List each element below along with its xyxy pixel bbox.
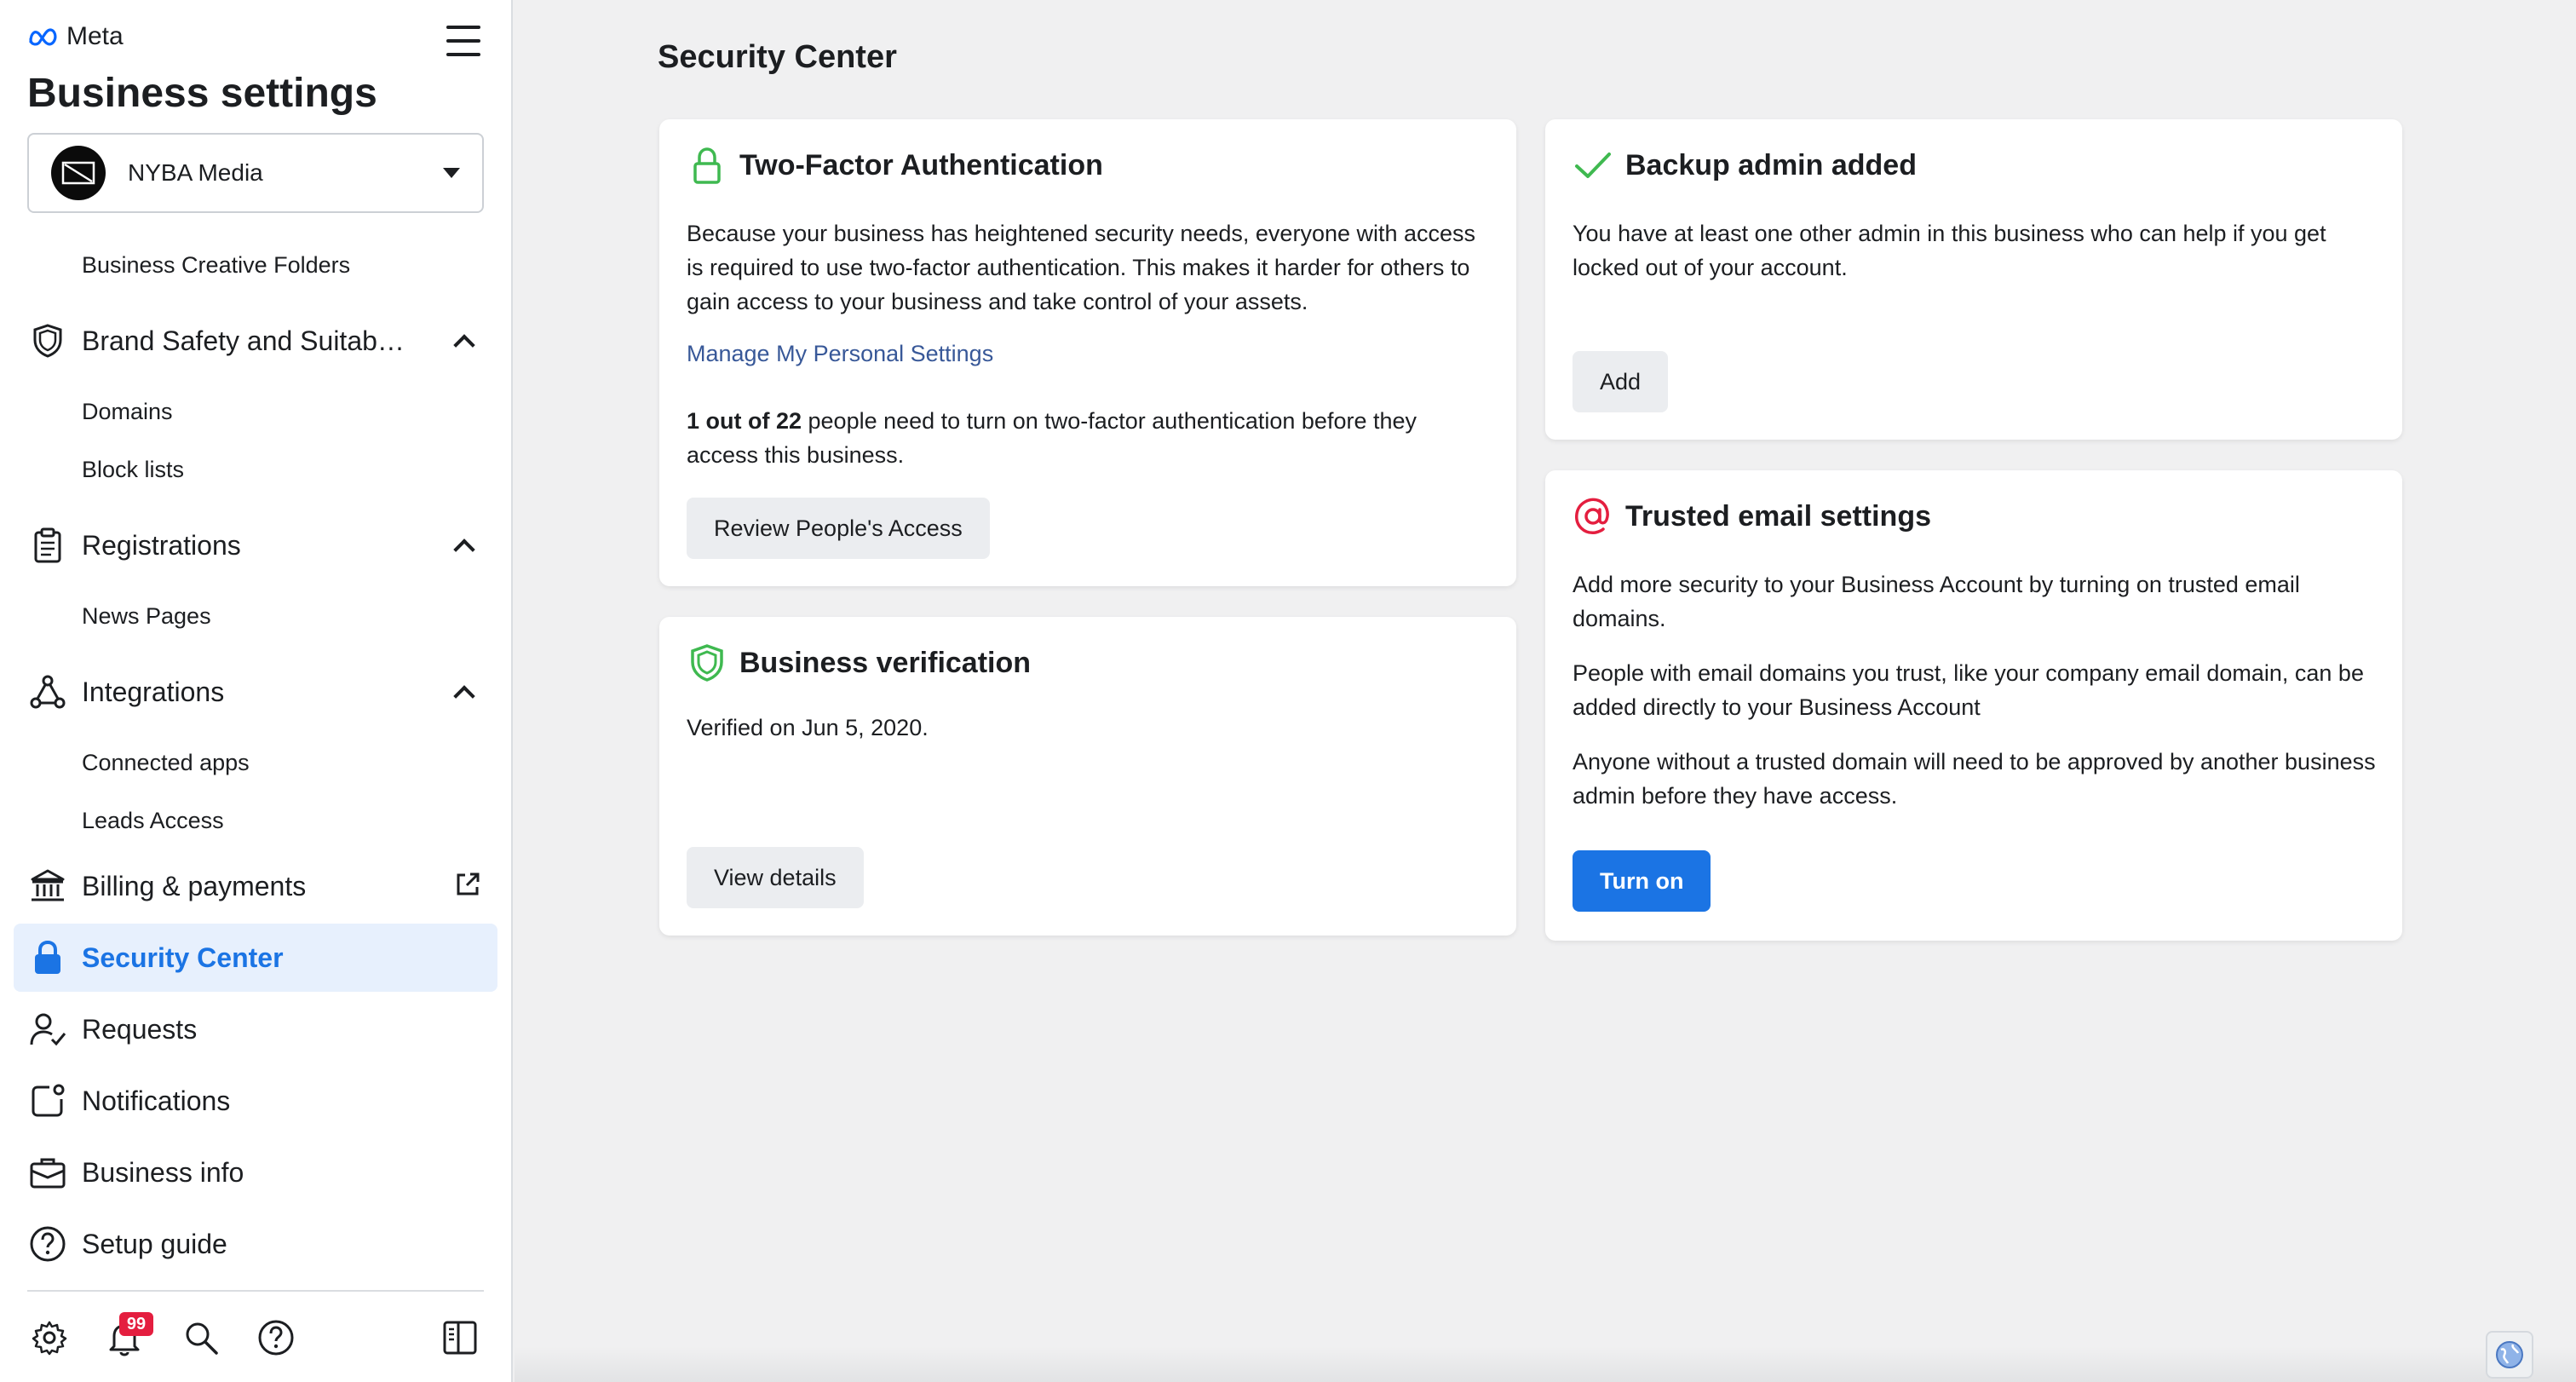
clipboard-icon <box>27 525 68 566</box>
add-admin-button[interactable]: Add <box>1573 351 1669 412</box>
checkmark-icon <box>1575 153 1611 178</box>
sidebar-item-label: Security Center <box>82 941 284 973</box>
card-paragraph: Add more security to your Business Accou… <box>1573 572 2300 631</box>
account-selector[interactable]: NYBA Media <box>27 133 484 213</box>
verification-card: Business verification Verified on Jun 5,… <box>659 617 1516 936</box>
globe-icon[interactable] <box>2486 1331 2533 1379</box>
verified-date: Verified on Jun 5, 2020. <box>687 715 929 740</box>
hamburger-icon[interactable] <box>446 26 480 56</box>
sidebar-item-billing[interactable]: Billing & payments <box>27 859 487 913</box>
sidebar-item-label: Business info <box>82 1156 244 1188</box>
meta-brand[interactable]: Meta <box>27 22 124 51</box>
card-title: Trusted email settings <box>1625 499 1931 533</box>
search-icon[interactable] <box>182 1319 220 1356</box>
account-name: NYBA Media <box>128 159 263 186</box>
gear-icon[interactable] <box>31 1319 68 1356</box>
sidebar-item-block-lists[interactable]: Block lists <box>82 457 184 483</box>
shield-icon <box>27 320 68 361</box>
app-title: Business settings <box>27 71 377 116</box>
backup-admin-card: Backup admin added You have at least one… <box>1545 119 2402 440</box>
integrations-icon <box>27 671 68 712</box>
chevron-up-icon[interactable] <box>453 685 475 707</box>
person-check-icon <box>27 1009 68 1050</box>
sidebar-item-requests[interactable]: Requests <box>27 1002 487 1057</box>
sidebar-item-label: Registrations <box>82 529 241 561</box>
sidebar-item-brand-safety[interactable]: Brand Safety and Suitabi... <box>27 314 487 368</box>
bank-icon <box>27 866 68 907</box>
sidebar-item-label: Notifications <box>82 1085 231 1116</box>
card-title: Backup admin added <box>1625 148 1917 181</box>
review-access-button[interactable]: Review People's Access <box>687 498 990 559</box>
sidebar-item-news-pages[interactable]: News Pages <box>82 603 211 630</box>
sidebar-item-setup-guide[interactable]: Setup guide <box>27 1217 487 1271</box>
manage-settings-link[interactable]: Manage My Personal Settings <box>687 341 993 367</box>
brand-name: Meta <box>66 22 124 50</box>
sidebar-item-business-creative-folders[interactable]: Business Creative Folders <box>82 252 350 279</box>
sidebar-item-connected-apps[interactable]: Connected apps <box>82 750 250 776</box>
card-paragraph: People with email domains you trust, lik… <box>1573 660 2364 720</box>
sidebar: Meta Business settings NYBA Media Busine… <box>0 0 513 1382</box>
count-highlight: 1 out of 22 <box>687 408 802 434</box>
panel-icon[interactable] <box>441 1319 479 1356</box>
sidebar-item-security-center[interactable]: Security Center <box>14 924 497 992</box>
chevron-up-icon[interactable] <box>453 334 475 356</box>
card-description: Because your business has heightened sec… <box>687 221 1476 314</box>
sidebar-item-label: Billing & payments <box>82 870 307 901</box>
card-title: Business verification <box>739 646 1032 679</box>
card-paragraph: Anyone without a trusted domain will nee… <box>1573 749 2376 809</box>
sidebar-item-label: Requests <box>82 1013 198 1045</box>
notification-badge: 99 <box>119 1312 153 1336</box>
sidebar-item-label: Integrations <box>82 676 225 707</box>
sidebar-item-notifications[interactable]: Notifications <box>27 1074 487 1128</box>
sidebar-toolbar: 99 <box>27 1312 484 1363</box>
turn-on-button[interactable]: Turn on <box>1573 850 1711 912</box>
sidebar-item-registrations[interactable]: Registrations <box>27 518 487 573</box>
sidebar-item-leads-access[interactable]: Leads Access <box>82 808 224 834</box>
card-header: Trusted email settings <box>1573 496 1931 537</box>
question-icon <box>27 1224 68 1264</box>
briefcase-icon <box>27 1152 68 1193</box>
sidebar-item-domains[interactable]: Domains <box>82 399 173 425</box>
sidebar-item-label: Setup guide <box>82 1228 227 1259</box>
shield-check-icon <box>691 644 723 682</box>
two-factor-card: Two-Factor Authentication Because your b… <box>659 119 1516 586</box>
sidebar-item-label: Brand Safety and Suitabi... <box>82 325 405 356</box>
at-sign-icon <box>1575 498 1609 534</box>
lock-icon <box>693 147 721 184</box>
card-header: Backup admin added <box>1573 145 1917 186</box>
external-link-icon[interactable] <box>453 870 482 903</box>
trusted-email-card: Trusted email settings Add more security… <box>1545 470 2402 941</box>
chevron-down-icon <box>443 168 460 178</box>
sidebar-item-business-info[interactable]: Business info <box>27 1145 487 1200</box>
chevron-up-icon[interactable] <box>453 538 475 561</box>
help-icon[interactable] <box>257 1319 295 1356</box>
card-header: Business verification <box>687 642 1031 683</box>
footer-bar <box>515 1346 2576 1382</box>
meta-logo-icon <box>29 28 57 46</box>
sidebar-item-integrations[interactable]: Integrations <box>27 665 487 719</box>
view-details-button[interactable]: View details <box>687 847 864 908</box>
card-description: You have at least one other admin in thi… <box>1573 221 2326 280</box>
avatar <box>51 146 106 200</box>
two-factor-count: 1 out of 22 people need to turn on two-f… <box>687 404 1491 472</box>
page-title: Security Center <box>658 39 897 75</box>
divider <box>27 1290 484 1292</box>
card-header: Two-Factor Authentication <box>687 145 1103 186</box>
notification-icon <box>27 1080 68 1121</box>
card-title: Two-Factor Authentication <box>739 148 1103 181</box>
lock-icon <box>27 937 68 978</box>
